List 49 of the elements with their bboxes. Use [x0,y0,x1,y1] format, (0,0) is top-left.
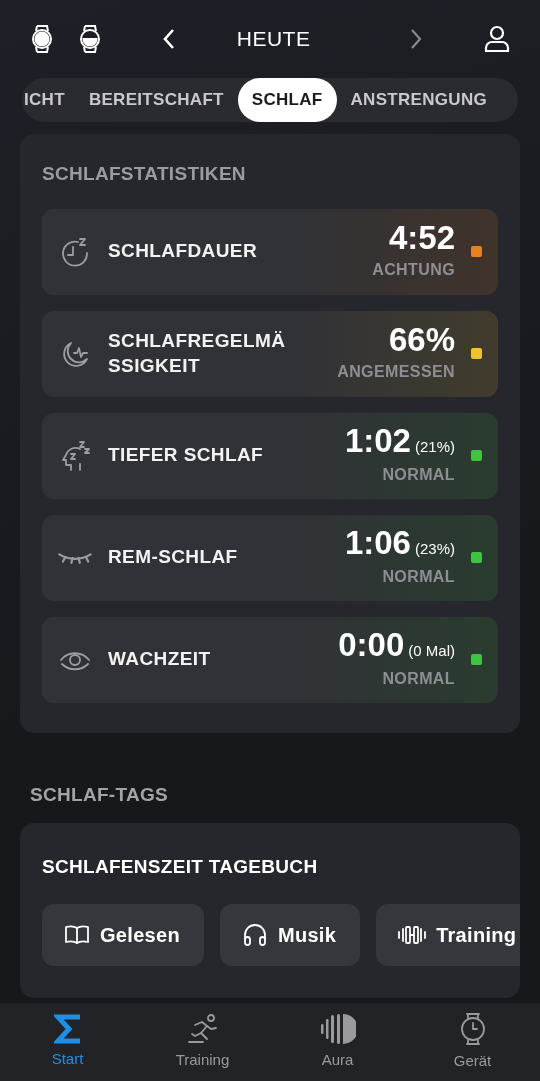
tag-chip[interactable]: Training [376,903,520,966]
stat-detail: (0 Mal) [408,641,455,662]
stat-label: TIEFER SCHLAF [108,443,265,468]
wave-icon [319,1012,356,1045]
status-label: ANGEMESSEN [337,362,455,382]
sigma-icon [53,1013,82,1044]
profile-icon[interactable] [484,25,510,53]
category-tab[interactable]: BEREITSCHAFT [74,78,238,122]
stat-detail: (21%) [415,437,455,458]
stat-label: SCHLAFREGELMÄSSIGKEIT [108,328,287,378]
section-title: SCHLAFSTATISTIKEN [42,162,247,186]
forward-chevron-icon[interactable] [409,28,424,50]
stat-label: WACHZEIT [108,647,212,672]
stat-row[interactable]: SCHLAFREGELMÄSSIGKEIT 66% ANGEMESSEN [42,310,498,397]
category-tab[interactable]: SCHLAF [237,78,337,122]
status-label: NORMAL [382,464,455,485]
headphones-icon [241,921,268,948]
stat-row[interactable]: SCHLAFDAUER 4:52 ACHTUNG [42,208,498,295]
nav-item[interactable]: Start [0,1003,135,1081]
tag-chip[interactable]: Gelesen [42,903,204,966]
closed-eye-icon [58,551,92,564]
nav-item[interactable]: Training [135,1003,270,1081]
stat-label: SCHLAFDAUER [108,239,258,264]
stat-row[interactable]: TIEFER SCHLAF 1:02(21%) NORMAL [42,412,498,499]
book-icon [64,923,90,946]
dumbbell-icon [398,923,427,946]
watch-icon[interactable] [78,24,102,54]
date-title: HEUTE [236,26,311,53]
tag-chip[interactable]: Musik [219,903,361,966]
watch-icon[interactable] [30,24,54,54]
stat-value: 1:06 [344,526,411,560]
status-label: NORMAL [382,566,455,587]
stat-label: REM-SCHLAF [108,545,239,570]
section-title: SCHLAF-TAGS [30,782,170,807]
stat-detail: (23%) [415,539,455,560]
stat-value: 1:02 [344,424,411,458]
stat-value: 0:00 [338,628,405,662]
category-tab[interactable]: ANSTRENGUNG [336,78,501,122]
category-tab[interactable]: ICHT [22,78,75,122]
card-title: SCHLAFENSZEIT TAGEBUCH [42,855,319,879]
status-label: ACHTUNG [372,260,455,280]
status-label: NORMAL [382,668,455,689]
stat-value: 66% [388,323,455,356]
stat-value: 4:52 [388,221,455,254]
stat-row[interactable]: WACHZEIT 0:00(0 Mal) NORMAL [42,616,498,703]
nav-item[interactable]: Aura [270,1003,405,1081]
stat-row[interactable]: REM-SCHLAF 1:06(23%) NORMAL [42,514,498,601]
back-chevron-icon[interactable] [162,28,176,50]
nav-item[interactable]: Gerät [405,1003,540,1081]
